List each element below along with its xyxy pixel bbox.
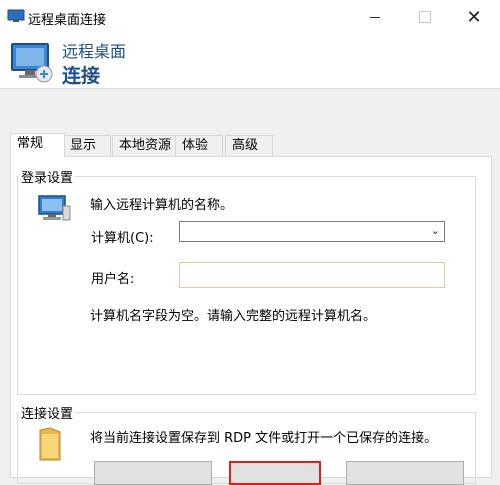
connection-settings-label: 连接设置 — [19, 403, 76, 422]
tab-label: 本地资源 — [119, 138, 172, 153]
computer-icon — [38, 195, 71, 221]
tab-label: 高级 — [232, 138, 259, 153]
username-label: 用户名: — [91, 272, 135, 287]
remote-desktop-window: 远程桌面连接 ✕ 远程桌面 连接 常规 显示 本地资源 体验 高级 登录设置 输… — [0, 0, 500, 485]
banner-title-line1: 远程桌面 — [62, 42, 127, 61]
login-intro-text: 输入远程计算机的名称。 — [90, 198, 234, 213]
window-title: 远程桌面连接 — [28, 13, 107, 28]
save-as-button[interactable] — [229, 461, 321, 485]
banner-title-line2: 连接 — [62, 65, 101, 87]
computer-label: 计算机(C): — [91, 231, 154, 246]
maximize-button[interactable] — [402, 0, 448, 34]
computer-name-hint: 计算机名字段为空。请输入完整的远程计算机名。 — [90, 309, 377, 324]
close-button[interactable]: ✕ — [448, 0, 500, 34]
tab-advanced[interactable]: 高级 — [225, 135, 273, 156]
tab-local-resources[interactable]: 本地资源 — [112, 135, 183, 156]
tab-label: 常规 — [17, 136, 44, 151]
login-settings-label: 登录设置 — [19, 167, 76, 186]
computer-combobox[interactable]: ⌄ — [179, 221, 445, 242]
tab-label: 显示 — [70, 138, 97, 153]
remote-desktop-logo-icon — [11, 43, 53, 83]
maximize-icon — [419, 11, 431, 23]
minimize-icon — [370, 16, 380, 18]
header-banner: 远程桌面 连接 — [0, 34, 500, 88]
title-bar[interactable]: 远程桌面连接 ✕ — [0, 0, 500, 34]
banner-divider — [0, 88, 500, 89]
folder-icon — [39, 427, 61, 461]
remote-desktop-app-icon — [7, 9, 25, 22]
save-button[interactable] — [94, 461, 212, 485]
open-button[interactable] — [346, 461, 464, 485]
chevron-down-icon[interactable]: ⌄ — [431, 224, 440, 237]
tab-experience[interactable]: 体验 — [175, 135, 223, 156]
close-icon: ✕ — [466, 6, 482, 28]
minimize-button[interactable] — [352, 0, 398, 34]
tab-display[interactable]: 显示 — [63, 135, 111, 156]
tab-label: 体验 — [182, 138, 209, 153]
tab-general[interactable]: 常规 — [10, 133, 65, 157]
username-field[interactable] — [179, 262, 445, 288]
connection-save-description: 将当前连接设置保存到 RDP 文件或打开一个已保存的连接。 — [90, 431, 438, 446]
